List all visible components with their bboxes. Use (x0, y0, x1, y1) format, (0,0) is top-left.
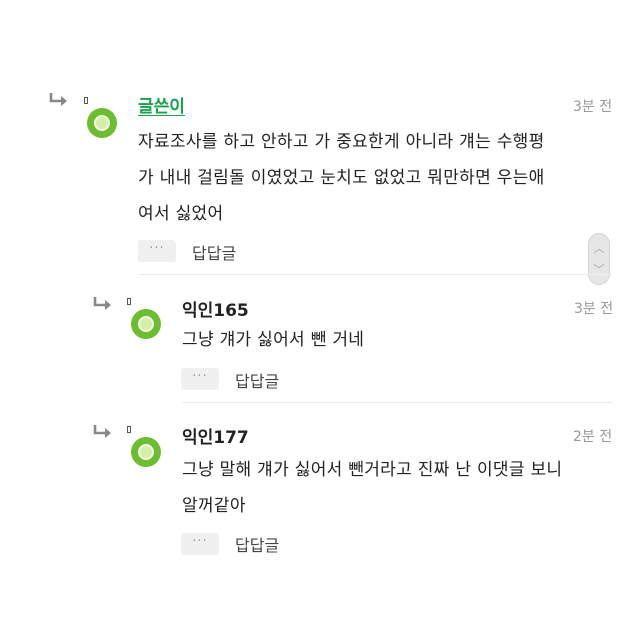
reply-arrow-icon (49, 93, 67, 106)
reply-button[interactable]: 답답글 (235, 532, 279, 556)
comment-line: 가 내내 걸림돌 이였었고 눈치도 없었고 뭐만하면 우는애 (138, 168, 545, 188)
comment-line: 여서 싫었어 (138, 204, 224, 224)
comment-time: 2분 전 (573, 429, 613, 445)
comment-body: 그냥 걔가 싫어서 뺀 거네 (182, 322, 364, 358)
comment-body: 그냥 말해 걔가 싫어서 뺀거라고 진짜 난 이댓글 보니 알꺼같아 (182, 452, 562, 524)
comment-body: 자료조사를 하고 안하고 가 중요한게 아니라 걔는 수행평 가 내내 걸림돌 … (138, 124, 545, 232)
comment-author-name[interactable]: 익인177 (182, 423, 249, 448)
comment-line: 그냥 말해 걔가 싫어서 뺀거라고 진짜 난 이댓글 보니 (182, 460, 563, 480)
kiwi-avatar-icon (131, 309, 161, 339)
reply-arrow-icon (93, 425, 111, 438)
reply-arrow-icon (93, 297, 111, 310)
badge-icon (127, 426, 131, 433)
divider (138, 274, 612, 275)
kiwi-avatar-icon (131, 437, 161, 467)
reply-button[interactable]: 답답글 (192, 240, 236, 264)
comment-line: 그냥 걔가 싫어서 뺀 거네 (182, 330, 365, 350)
comment-line: 알꺼같아 (182, 496, 246, 516)
reply-button[interactable]: 답답글 (235, 368, 279, 392)
more-button[interactable]: ··· (181, 533, 219, 555)
more-button[interactable]: ··· (138, 240, 176, 262)
comment-line: 자료조사를 하고 안하고 가 중요한게 아니라 걔는 수행평 (138, 132, 545, 152)
divider (182, 402, 612, 403)
more-button[interactable]: ··· (181, 368, 219, 390)
comment-time: 3분 전 (573, 99, 613, 115)
comment-author-name[interactable]: 글쓴이 (138, 92, 185, 117)
chevron-up-icon: ︿ (593, 242, 605, 255)
badge-icon (127, 298, 131, 305)
scroll-handle[interactable]: ︿ ﹀ (588, 233, 610, 285)
kiwi-avatar-icon (87, 108, 117, 138)
comment-time: 3분 전 (574, 301, 614, 317)
badge-icon (84, 97, 88, 104)
comment-author-name[interactable]: 익인165 (182, 296, 249, 321)
